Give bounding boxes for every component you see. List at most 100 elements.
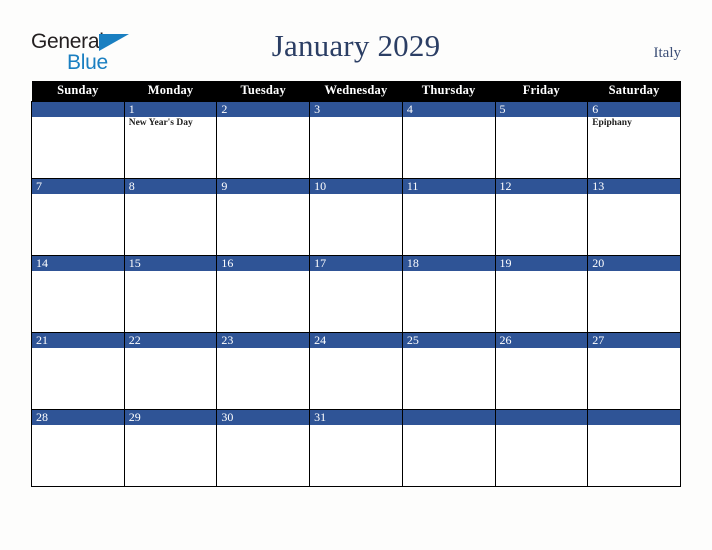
calendar-week-row: 14 15 16 17 18 19 20 — [31, 254, 681, 333]
calendar-week-row: 28 29 30 31 — [31, 408, 681, 487]
calendar-day-cell[interactable]: 29 — [123, 408, 218, 487]
day-number-bar: 27 — [588, 332, 680, 348]
day-cell-content: 14 — [32, 255, 124, 332]
calendar-day-cell[interactable]: 14 — [31, 254, 125, 333]
day-cell-content: 30 — [217, 409, 310, 486]
calendar-day-cell[interactable]: 19 — [494, 254, 589, 333]
calendar-day-cell[interactable]: 21 — [31, 331, 125, 410]
calendar-day-cell[interactable]: 8 — [123, 177, 218, 256]
day-number: 21 — [36, 332, 48, 347]
calendar-day-cell[interactable]: 17 — [309, 254, 403, 333]
day-cell-content: 12 — [495, 178, 588, 255]
day-number-bar: 25 — [402, 332, 495, 348]
calendar-day-cell[interactable]: 20 — [587, 254, 681, 333]
weekday-header-saturday: Saturday — [587, 81, 681, 101]
day-cell-content: 3 — [310, 101, 402, 178]
day-number: 29 — [128, 409, 141, 424]
day-cell-content: 4 — [402, 101, 495, 178]
calendar-day-cell[interactable]: 12 — [494, 177, 589, 256]
day-number: 19 — [499, 255, 512, 270]
day-cell-content: 8 — [124, 178, 217, 255]
day-number: 26 — [499, 332, 512, 347]
calendar-body: 1 New Year's Day 2 3 4 5 6 Epiphany 7 8 9 10 11 12 13 1… — [31, 100, 681, 487]
day-number: 12 — [499, 178, 512, 193]
day-cell-content: 25 — [402, 332, 495, 409]
day-number: 22 — [128, 332, 141, 347]
day-cell-content: 19 — [495, 255, 588, 332]
day-number: 13 — [592, 178, 605, 193]
day-number-bar: 16 — [217, 255, 310, 271]
calendar-day-cell[interactable]: 3 — [309, 100, 403, 179]
day-number-bar: 21 — [32, 332, 124, 348]
calendar-day-cell[interactable]: 11 — [401, 177, 496, 256]
calendar-day-cell[interactable]: 9 — [216, 177, 311, 256]
calendar-day-cell[interactable]: 7 — [31, 177, 125, 256]
day-number: 27 — [592, 332, 605, 347]
calendar-day-cell[interactable]: 10 — [309, 177, 403, 256]
day-number-bar: 31 — [310, 409, 402, 425]
day-number-bar: 8 — [124, 178, 217, 194]
day-events: New Year's Day — [125, 117, 217, 129]
calendar-day-cell[interactable]: 4 — [401, 100, 496, 179]
calendar-day-cell[interactable]: 31 — [309, 408, 403, 487]
day-number: 23 — [221, 332, 234, 347]
day-cell-content: 27 — [588, 332, 680, 409]
calendar-day-cell[interactable]: 13 — [587, 177, 681, 256]
calendar-day-cell[interactable]: 16 — [216, 254, 311, 333]
calendar-empty-cell — [587, 408, 681, 487]
calendar-day-cell[interactable]: 1 New Year's Day — [123, 100, 218, 179]
calendar-day-cell[interactable]: 24 — [309, 331, 403, 410]
calendar-empty-cell — [401, 408, 496, 487]
day-cell-content: 16 — [217, 255, 310, 332]
day-number-bar: 9 — [217, 178, 310, 194]
day-number-bar: 5 — [495, 101, 588, 117]
day-cell-content: 18 — [402, 255, 495, 332]
calendar-day-cell[interactable]: 28 — [31, 408, 125, 487]
weekday-header-monday: Monday — [124, 81, 217, 101]
day-cell-content: 20 — [588, 255, 680, 332]
calendar-day-cell[interactable]: 6 Epiphany — [587, 100, 681, 179]
day-number: 11 — [406, 178, 419, 193]
day-number-bar: 28 — [32, 409, 124, 425]
day-number-bar: 17 — [310, 255, 402, 271]
day-cell-content: 7 — [32, 178, 124, 255]
calendar-day-cell[interactable]: 26 — [494, 331, 589, 410]
day-cell-content: 22 — [124, 332, 217, 409]
day-number-bar: 11 — [402, 178, 495, 194]
calendar-day-cell[interactable]: 30 — [216, 408, 311, 487]
calendar-day-cell[interactable]: 18 — [401, 254, 496, 333]
day-number-bar: 12 — [495, 178, 588, 194]
day-number-bar: 4 — [402, 101, 495, 117]
day-number: 10 — [314, 178, 327, 193]
day-number-bar: 22 — [124, 332, 217, 348]
calendar-day-cell[interactable]: 25 — [401, 331, 496, 410]
day-events: Epiphany — [588, 117, 680, 129]
day-number: 5 — [499, 101, 506, 116]
weekday-header-friday: Friday — [495, 81, 588, 101]
calendar-day-cell[interactable]: 27 — [587, 331, 681, 410]
day-cell-content: 28 — [32, 409, 124, 486]
day-number: 7 — [36, 178, 42, 193]
day-number: 1 — [128, 101, 135, 116]
day-number: 18 — [406, 255, 419, 270]
day-number: 20 — [592, 255, 605, 270]
calendar-week-row: 1 New Year's Day 2 3 4 5 6 Epiphany — [31, 100, 681, 179]
calendar-day-cell[interactable]: 23 — [216, 331, 311, 410]
calendar-day-cell[interactable]: 22 — [123, 331, 218, 410]
calendar-day-cell[interactable]: 2 — [216, 100, 311, 179]
calendar-day-cell[interactable]: 5 — [494, 100, 589, 179]
calendar-grid: Sunday Monday Tuesday Wednesday Thursday Frid… — [31, 81, 681, 487]
calendar-week-row: 7 8 9 10 11 12 13 — [31, 177, 681, 256]
page-header: General Blue January 2029 Italy — [0, 0, 712, 81]
day-cell-content: 24 — [310, 332, 402, 409]
day-number: 25 — [406, 332, 419, 347]
day-number: 17 — [314, 255, 327, 270]
calendar-day-cell[interactable]: 15 — [123, 254, 218, 333]
day-cell-content: 10 — [310, 178, 402, 255]
day-number: 28 — [36, 409, 48, 424]
day-number: 6 — [592, 101, 599, 116]
day-cell-content: 21 — [32, 332, 124, 409]
day-number-bar: 15 — [124, 255, 217, 271]
day-cell-content: 29 — [124, 409, 217, 486]
weekday-header-thursday: Thursday — [402, 81, 496, 101]
